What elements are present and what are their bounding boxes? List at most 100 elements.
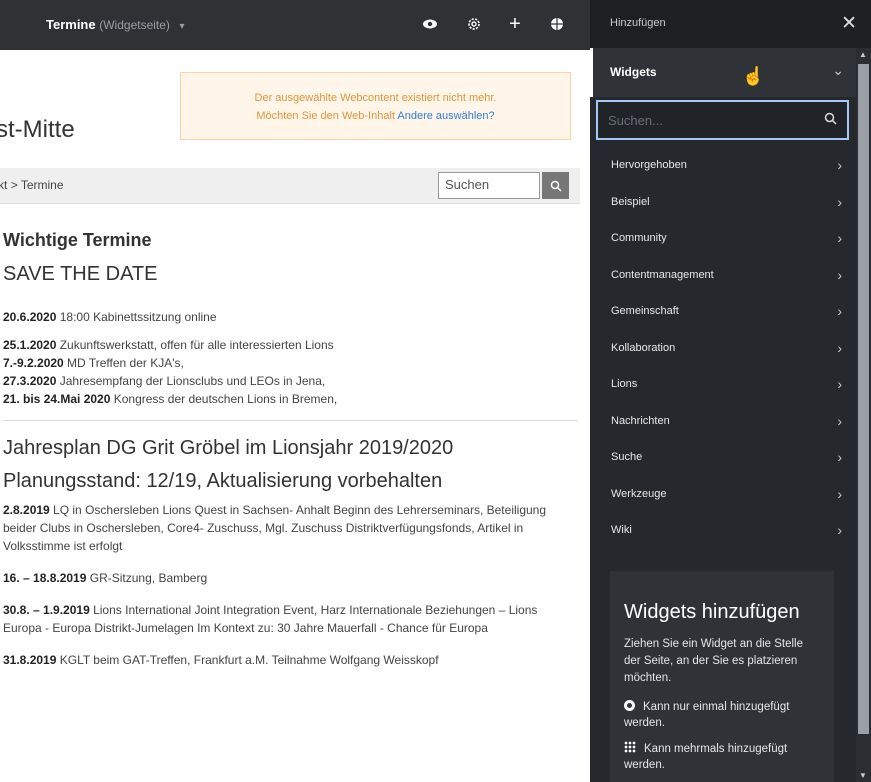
breadcrumb: kt > Termine [0, 178, 64, 192]
category-label: Werkzeuge [611, 487, 667, 500]
category-label: Gemeinschaft [611, 305, 679, 317]
event-date: 31.8.2019 [3, 653, 57, 667]
page-title-dropdown[interactable]: Termine (Widgetseite) ▾ [46, 17, 185, 32]
category-label: Contentmanagement [611, 268, 714, 281]
info-once: Kann nur einmal hinzugefügt werden. [624, 699, 820, 731]
event-text: 18:00 Kabinettssitzung online [56, 310, 217, 324]
category-kollaboration[interactable]: Kollaboration › [590, 330, 856, 367]
category-label: Hervorgehoben [611, 159, 687, 171]
event-line: 20.6.2020 18:00 Kabinettssitzung online [3, 308, 578, 326]
plan-entry: 31.8.2019 KGLT beim GAT-Treffen, Frankfu… [3, 651, 578, 669]
breadcrumb-separator: > [10, 178, 18, 192]
category-label: Beispiel [611, 195, 650, 208]
plan-entry: 16. – 18.8.2019 GR-Sitzung, Bamberg [3, 569, 578, 587]
category-beispiel[interactable]: Beispiel › [590, 184, 856, 221]
heading-important-dates: Wichtige Termine [3, 230, 152, 250]
search-icon [550, 180, 562, 192]
info-title: Widgets hinzufügen [624, 601, 800, 623]
chevron-right-icon: › [837, 412, 842, 429]
divider [3, 420, 578, 421]
page-title: Termine [46, 17, 96, 32]
category-hervorgehoben[interactable]: Hervorgehoben › [590, 147, 856, 184]
info-description: Ziehen Sie ein Widget an die Stelle der … [624, 638, 803, 684]
event-line: 21. bis 24.Mai 2020 Kongress der deutsch… [3, 390, 578, 408]
article: Wichtige Termine SAVE THE DATE 20.6.2020… [3, 230, 578, 683]
alert-line-2: Möchten Sie den Web-Inhalt Andere auswäh… [181, 107, 570, 125]
event-text: Kongress der deutschen Lions in Bremen, [110, 392, 338, 406]
event-date: 21. bis 24.Mai 2020 [3, 392, 111, 406]
search-button[interactable] [542, 172, 569, 199]
event-text: KGLT beim GAT-Treffen, Frankfurt a.M. Te… [56, 653, 439, 667]
plus-icon[interactable]: + [505, 13, 525, 35]
category-label: Nachrichten [611, 414, 670, 427]
warning-alert: Der ausgewählte Webcontent existiert nic… [180, 72, 571, 140]
scroll-up-icon[interactable]: ▲ [859, 50, 867, 59]
date-block-2: 25.1.2020 Zukunftswerkstatt, offen für a… [3, 336, 578, 408]
hand-cursor-icon: ☝ [742, 66, 765, 86]
event-line: 7.-9.2.2020 MD Treffen der KJA's, [3, 354, 578, 372]
breadcrumb-current: Termine [20, 178, 64, 192]
breadcrumb-parent[interactable]: kt [0, 178, 7, 192]
widget-search-input[interactable]: Suchen... [596, 100, 849, 140]
category-nachrichten[interactable]: Nachrichten › [590, 403, 856, 440]
event-text: Zukunftswerkstatt, offen für alle intere… [56, 338, 334, 352]
category-community[interactable]: Community › [590, 220, 856, 257]
event-date: 25.1.2020 [3, 338, 57, 352]
chevron-right-icon: › [837, 193, 842, 210]
category-label: Community [611, 232, 667, 244]
circle-icon [624, 700, 635, 711]
chevron-right-icon: › [837, 522, 842, 538]
chevron-right-icon: › [837, 303, 842, 319]
scroll-down-icon[interactable]: ▼ [859, 771, 867, 780]
panel-header: Hinzufügen ✕ [590, 0, 871, 48]
category-label: Wiki [611, 524, 632, 536]
close-icon[interactable]: ✕ [841, 12, 857, 35]
event-date: 7.-9.2.2020 [3, 356, 64, 370]
eye-icon[interactable] [420, 14, 440, 34]
event-date: 2.8.2019 [3, 503, 50, 517]
category-werkzeuge[interactable]: Werkzeuge › [590, 476, 856, 513]
alert-line-1: Der ausgewählte Webcontent existiert nic… [254, 92, 497, 104]
category-contentmanagement[interactable]: Contentmanagement › [590, 257, 856, 294]
category-lions[interactable]: Lions › [590, 366, 856, 403]
event-text: Jahresempfang der Lionsclubs und LEOs in… [56, 374, 326, 388]
site-title: st-Mitte [0, 116, 75, 143]
scrollbar-thumb[interactable] [858, 64, 869, 734]
panel-title: Hinzufügen [610, 17, 666, 29]
main-content: Der ausgewählte Webcontent existiert nic… [0, 50, 590, 782]
category-gemeinschaft[interactable]: Gemeinschaft › [590, 293, 856, 330]
info-multiple-text: Kann mehrmals hinzugefügt werden. [624, 743, 788, 771]
event-line: 25.1.2020 Zukunftswerkstatt, offen für a… [3, 336, 578, 354]
heading-planning-status: Planungsstand: 12/19, Aktualisierung vor… [3, 470, 443, 492]
choose-other-link[interactable]: Andere auswählen? [397, 110, 494, 122]
event-date: 27.3.2020 [3, 374, 57, 388]
widgets-accordion[interactable]: Widgets ⌄ [590, 48, 856, 97]
scrollbar[interactable]: ▲ ▼ [856, 48, 871, 782]
chevron-down-icon: ⌄ [832, 62, 844, 78]
widget-search-placeholder: Suchen... [608, 113, 663, 128]
info-multiple: Kann mehrmals hinzugefügt werden. [624, 741, 820, 773]
search-icon [824, 112, 837, 128]
info-once-text: Kann nur einmal hinzugefügt werden. [624, 701, 790, 729]
gear-icon[interactable] [464, 14, 484, 34]
plan-entry: 30.8. – 1.9.2019 Lions International Joi… [3, 601, 578, 637]
annual-plan-entries: 2.8.2019 LQ in Oschersleben Lions Quest … [3, 501, 578, 669]
event-text: GR-Sitzung, Bamberg [86, 571, 208, 585]
category-label: Suche [611, 451, 643, 463]
event-date: 30.8. – 1.9.2019 [3, 603, 90, 617]
chevron-right-icon: › [837, 339, 842, 356]
search-input[interactable]: Suchen [438, 172, 540, 199]
caret-down-icon: ▾ [179, 21, 185, 32]
category-suche[interactable]: Suche › [590, 439, 856, 476]
chevron-right-icon: › [837, 266, 842, 283]
category-label: Lions [611, 378, 638, 390]
breadcrumb-bar: kt > Termine Suchen [0, 168, 580, 204]
event-text: MD Treffen der KJA's, [63, 356, 184, 370]
globe-icon[interactable] [547, 14, 567, 34]
chevron-right-icon: › [837, 485, 842, 502]
page-subtitle: (Widgetseite) [99, 18, 170, 32]
grid-icon [624, 741, 636, 753]
category-wiki[interactable]: Wiki › [590, 512, 856, 549]
event-text: LQ in Oschersleben Lions Quest in Sachse… [3, 503, 547, 553]
event-date: 20.6.2020 [3, 310, 57, 324]
